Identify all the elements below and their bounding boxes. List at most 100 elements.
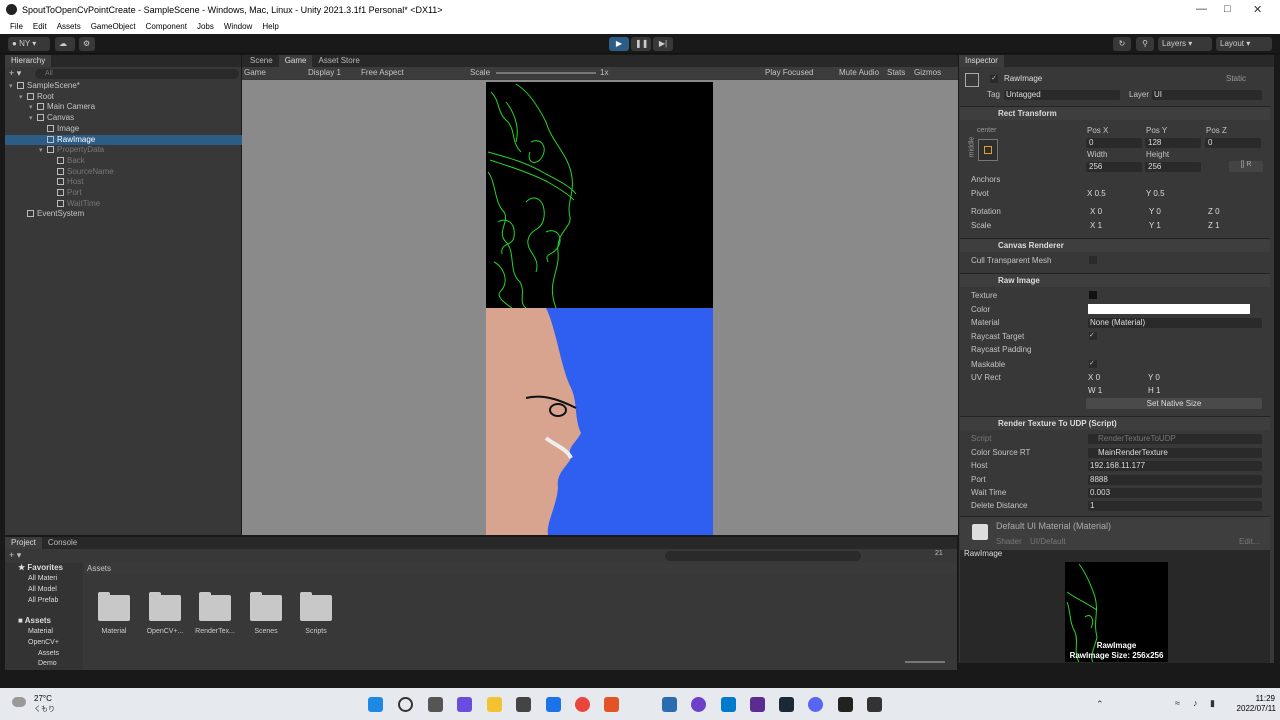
folder-icon[interactable]	[199, 592, 231, 621]
preview-header[interactable]: RawImage	[964, 549, 1002, 559]
account-dropdown[interactable]: ● NY ▾	[8, 37, 50, 51]
hierarchy-item[interactable]: ▾ Main Camera	[5, 102, 245, 112]
hierarchy-item[interactable]: ▾ Root	[5, 92, 245, 102]
mute-audio-button[interactable]: Mute Audio	[839, 67, 879, 79]
menu-window[interactable]: Window	[224, 20, 252, 34]
scale-y[interactable]: Y 1	[1149, 221, 1161, 231]
tray-chevron-icon[interactable]: ⌃	[1096, 699, 1104, 710]
project-search-input[interactable]	[665, 551, 861, 561]
active-checkbox[interactable]: ✓	[990, 75, 998, 83]
shader-dropdown[interactable]: UI/Default	[1030, 537, 1066, 547]
cloud-icon[interactable]: ☁	[55, 37, 75, 51]
folder-icon[interactable]	[98, 592, 130, 621]
history-icon[interactable]: ↻	[1113, 37, 1131, 51]
expand-arrow-icon[interactable]: ▾	[19, 93, 27, 103]
uv-h[interactable]: H 1	[1148, 386, 1160, 396]
github-icon[interactable]	[691, 697, 706, 712]
tab-asset-store[interactable]: Asset Store	[312, 55, 366, 67]
project-add-icon[interactable]: + ▾	[9, 550, 21, 561]
raycast-padding-foldout[interactable]: Raycast Padding	[971, 345, 1031, 355]
raycast-target-checkbox[interactable]: ✓	[1089, 332, 1097, 340]
uv-x[interactable]: X 0	[1088, 373, 1100, 383]
start-icon[interactable]	[368, 697, 383, 712]
hierarchy-item[interactable]: Image	[5, 124, 245, 134]
static-toggle[interactable]: Static	[1226, 74, 1246, 84]
wait-time-input[interactable]: 0.003	[1088, 488, 1262, 498]
material-field[interactable]: None (Material)	[1088, 318, 1262, 328]
vscode-icon[interactable]	[721, 697, 736, 712]
hierarchy-item[interactable]: EventSystem	[5, 209, 245, 219]
aspect-dropdown[interactable]: Free Aspect	[361, 67, 404, 79]
uv-w[interactable]: W 1	[1088, 386, 1102, 396]
favorites-title[interactable]: ★ Favorites	[18, 563, 63, 573]
play-focused-dropdown[interactable]: Play Focused	[765, 67, 813, 79]
height-field[interactable]: 256	[1145, 162, 1201, 172]
wifi-icon[interactable]: ≈	[1175, 698, 1180, 708]
raw-image-header[interactable]: Raw Image	[960, 273, 1270, 287]
explorer-icon[interactable]	[487, 697, 502, 712]
layers-dropdown[interactable]: Layers ▾	[1158, 37, 1212, 51]
game-mode-dropdown[interactable]: Game	[244, 67, 266, 79]
tree-assets[interactable]: Assets	[38, 649, 59, 659]
hierarchy-item[interactable]: Port	[5, 188, 245, 198]
rot-z[interactable]: Z 0	[1208, 207, 1220, 217]
hierarchy-item[interactable]: Host	[5, 177, 245, 187]
expand-arrow-icon[interactable]: ▾	[29, 103, 37, 113]
canvas-renderer-header[interactable]: Canvas Renderer	[960, 238, 1270, 252]
app-icon[interactable]	[662, 697, 677, 712]
menu-assets[interactable]: Assets	[57, 20, 81, 34]
close-icon[interactable]: ✕	[1253, 3, 1262, 16]
tab-console[interactable]: Console	[41, 537, 84, 549]
tag-dropdown[interactable]: Untagged	[1004, 90, 1120, 100]
tab-inspector[interactable]: Inspector	[959, 55, 1004, 67]
search-taskbar-icon[interactable]	[398, 697, 413, 712]
posx-field[interactable]: 0	[1086, 138, 1142, 148]
pivot-x[interactable]: X 0.5	[1087, 189, 1106, 199]
unity-editor-icon[interactable]	[867, 697, 882, 712]
display-dropdown[interactable]: Display 1	[308, 67, 341, 79]
folder-icon[interactable]	[149, 592, 181, 621]
maximize-icon[interactable]: □	[1224, 3, 1231, 15]
tree-material[interactable]: Material	[28, 627, 53, 637]
minimize-icon[interactable]: —	[1196, 3, 1207, 15]
shader-edit-button[interactable]: Edit...	[1239, 537, 1259, 547]
layer-dropdown[interactable]: UI	[1152, 90, 1262, 100]
menu-component[interactable]: Component	[146, 20, 187, 34]
tab-game[interactable]: Game	[278, 55, 313, 67]
tab-hierarchy[interactable]: Hierarchy	[5, 55, 52, 67]
fav-all-prefabs[interactable]: All Prefab	[28, 596, 58, 606]
hierarchy-item[interactable]: SourceName	[5, 167, 245, 177]
scale-z[interactable]: Z 1	[1208, 221, 1220, 231]
visual-studio-icon[interactable]	[750, 697, 765, 712]
anchors-foldout[interactable]: Anchors	[971, 175, 1000, 185]
anchor-preset-button[interactable]	[978, 139, 998, 161]
rect-transform-header[interactable]: Rect Transform	[960, 106, 1270, 120]
unity-hub-icon[interactable]	[838, 697, 853, 712]
rot-y[interactable]: Y 0	[1149, 207, 1161, 217]
hierarchy-item[interactable]: RawImage	[5, 134, 245, 145]
menu-gameobject[interactable]: GameObject	[91, 20, 136, 34]
delete-distance-input[interactable]: 1	[1088, 501, 1262, 511]
hierarchy-item[interactable]: Back	[5, 156, 245, 166]
collab-icon[interactable]: ⚙	[79, 37, 95, 51]
folder-icon[interactable]	[300, 592, 332, 621]
host-input[interactable]: 192.168.11.177	[1088, 461, 1262, 471]
menu-edit[interactable]: Edit	[33, 20, 47, 34]
step-button[interactable]: ▶|	[653, 37, 673, 51]
fav-all-models[interactable]: All Model	[28, 585, 57, 595]
search-icon[interactable]: ⚲	[1136, 37, 1154, 51]
gizmos-button[interactable]: Gizmos	[914, 67, 941, 79]
menu-jobs[interactable]: Jobs	[197, 20, 214, 34]
expand-arrow-icon[interactable]: ▾	[9, 82, 17, 92]
mail-icon[interactable]	[546, 697, 561, 712]
fav-all-materials[interactable]: All Materi	[28, 574, 57, 584]
task-view-icon[interactable]	[428, 697, 443, 712]
chrome-icon[interactable]	[575, 697, 590, 712]
store-icon[interactable]	[516, 697, 531, 712]
tree-opencv[interactable]: OpenCV+	[28, 638, 59, 648]
hierarchy-item[interactable]: ▾ PropertyData	[5, 145, 245, 155]
set-native-size-button[interactable]: Set Native Size	[1086, 398, 1262, 409]
port-input[interactable]: 8888	[1088, 475, 1262, 485]
hierarchy-search-input[interactable]: All	[35, 69, 239, 79]
scale-x[interactable]: X 1	[1090, 221, 1102, 231]
